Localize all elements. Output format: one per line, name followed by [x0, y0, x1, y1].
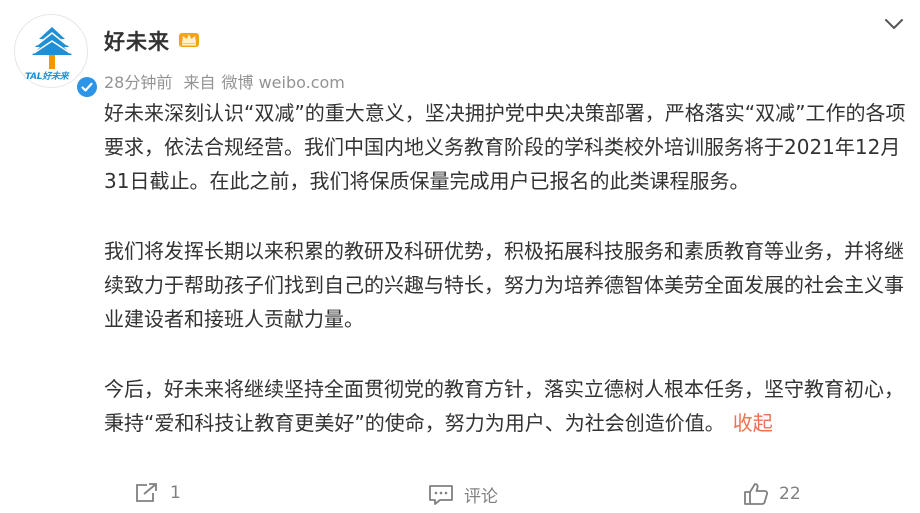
- comment-icon: [429, 484, 453, 505]
- post-paragraph: 今后，好未来将继续坚持全面贯彻党的教育方针，落实立德树人根本任务，坚守教育初心，…: [104, 372, 910, 440]
- like-count: 22: [779, 484, 801, 504]
- post-paragraph: 好未来深刻认识“双减”的重大意义，坚决拥护党中央决策部署，严格落实“双减”工作的…: [104, 101, 906, 193]
- like-icon: [744, 483, 769, 505]
- repost-icon: [136, 483, 157, 502]
- post-meta: 28分钟前 来自 微博 weibo.com: [104, 69, 351, 93]
- post-paragraph: 我们将发挥长期以来积累的教研及科研优势，积极拓展科技服务和素质教育等业务，并将继…: [104, 239, 904, 331]
- repost-count: 1: [170, 483, 181, 503]
- post-source[interactable]: 微博 weibo.com: [221, 73, 344, 92]
- comment-label: 评论: [464, 487, 498, 507]
- crown-icon[interactable]: [178, 30, 200, 52]
- comment-button[interactable]: 评论: [428, 482, 498, 507]
- author-header: 好未来: [104, 26, 200, 56]
- source-prefix: 来自: [183, 73, 216, 92]
- post-time[interactable]: 28分钟前: [104, 73, 172, 92]
- avatar-text: TAL好未来: [25, 72, 69, 82]
- avatar[interactable]: TAL好未来: [14, 14, 101, 101]
- like-button[interactable]: 22: [743, 482, 801, 506]
- verified-icon: [77, 77, 97, 97]
- action-bar: 1 评论 22: [0, 478, 920, 512]
- post-paragraph-text: 今后，好未来将继续坚持全面贯彻党的教育方针，落实立德树人根本任务，坚守教育初心，…: [104, 377, 904, 435]
- chevron-down-icon: [885, 19, 903, 29]
- author-name[interactable]: 好未来: [104, 26, 170, 56]
- verified-badge: [77, 77, 101, 101]
- post-content: 好未来深刻认识“双减”的重大意义，坚决拥护党中央决策部署，严格落实“双减”工作的…: [104, 96, 910, 440]
- collapse-link[interactable]: 收起: [733, 411, 773, 435]
- more-options-button[interactable]: [884, 16, 904, 35]
- repost-button[interactable]: 1: [134, 482, 181, 504]
